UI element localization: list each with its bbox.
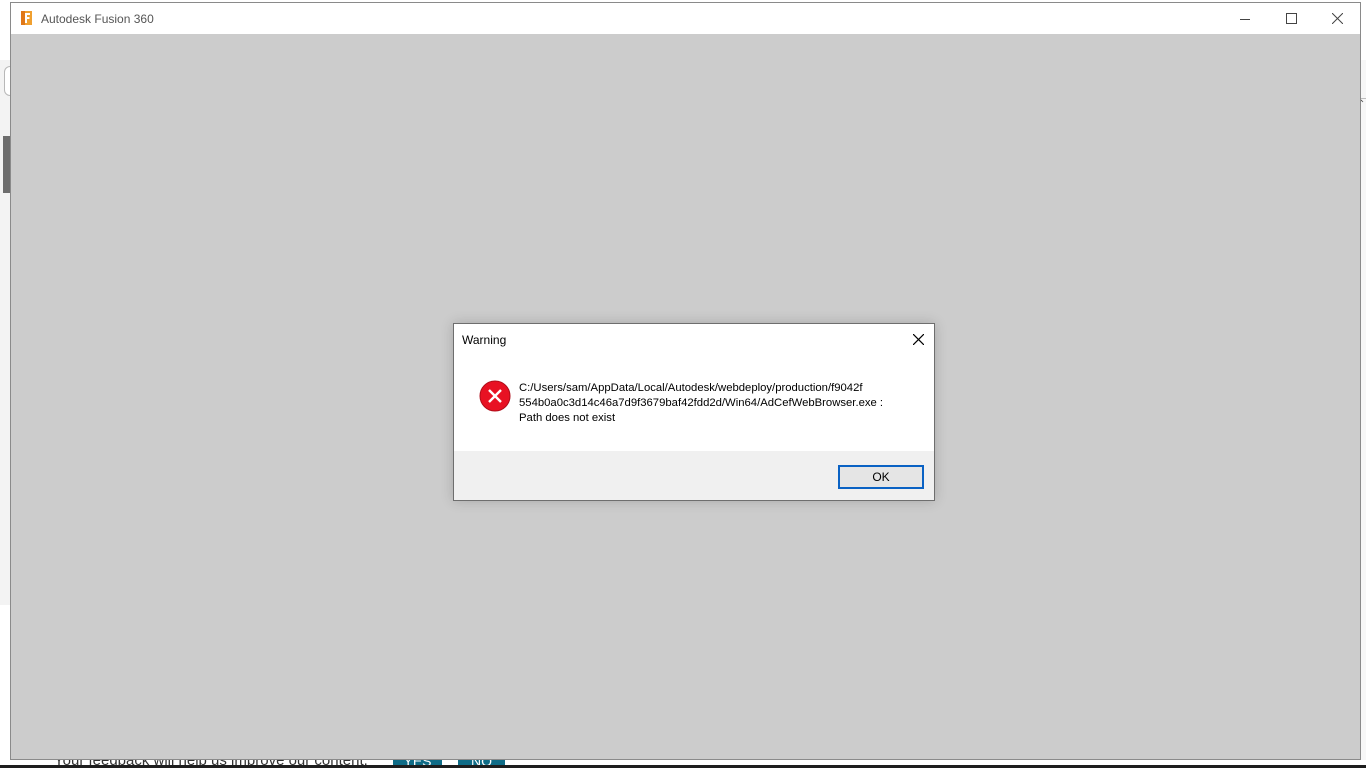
maximize-icon (1285, 13, 1297, 24)
message-line: C:/Users/sam/AppData/Local/Autodesk/webd… (519, 382, 863, 394)
minimize-icon (1240, 18, 1250, 20)
message-line: Path does not exist (519, 412, 616, 424)
fusion-logo-icon (21, 11, 32, 25)
warning-dialog: Warning C:/Users/sam/AppData/Local/Autod… (453, 323, 935, 501)
title-bar[interactable]: Autodesk Fusion 360 (11, 3, 1360, 34)
error-icon (479, 380, 511, 412)
dialog-footer: OK (454, 451, 934, 500)
maximize-button[interactable] (1268, 3, 1314, 34)
ok-button[interactable]: OK (838, 465, 924, 489)
dialog-close-button[interactable] (906, 328, 930, 350)
dialog-title: Warning (462, 333, 507, 347)
minimize-button[interactable] (1222, 3, 1268, 34)
window-title: Autodesk Fusion 360 (41, 12, 154, 26)
background-left-dark-tab (3, 136, 10, 193)
dialog-message: C:/Users/sam/AppData/Local/Autodesk/webd… (519, 381, 919, 426)
close-window-button[interactable] (1314, 3, 1360, 34)
close-icon (912, 333, 924, 345)
close-icon (1331, 13, 1343, 24)
message-line: 554b0a0c3d14c46a7d9f3679baf42fdd2d/Win64… (519, 397, 884, 409)
